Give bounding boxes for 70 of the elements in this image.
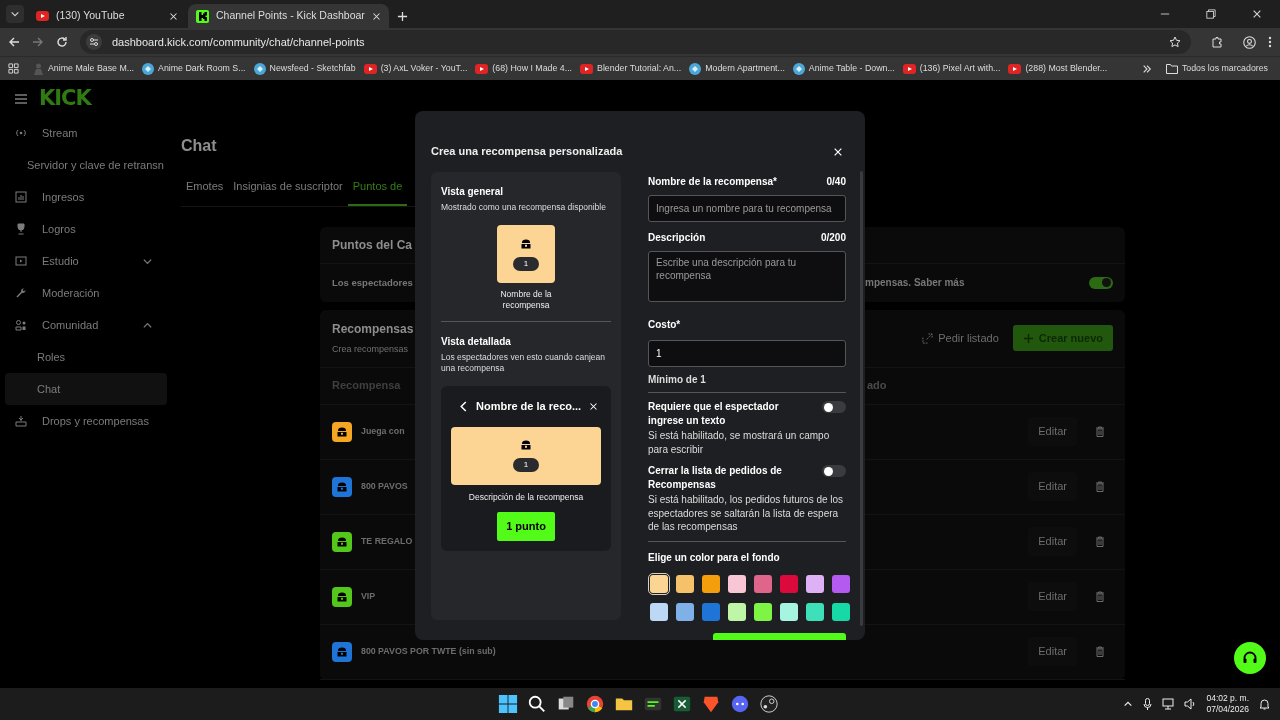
character-counter: 0/40 <box>826 175 846 189</box>
field-label: Costo* <box>648 317 681 332</box>
sidebar-subitem[interactable]: Roles <box>5 341 167 373</box>
reward-tile-name: Nombre de la recompensa <box>499 289 553 312</box>
bookmark[interactable]: Modern Apartment... <box>685 61 789 76</box>
field-label: Nombre de la recompensa* <box>648 175 777 189</box>
sidebar-item[interactable]: Logros <box>42 220 157 238</box>
cost-input[interactable]: 1 <box>648 339 846 367</box>
request-list-link[interactable]: Pedir listado <box>922 329 999 347</box>
bookmark[interactable]: Newsfeed - Sketchfab <box>249 61 360 76</box>
tab-title: (130) YouTube <box>56 8 126 24</box>
kick-logo: KICK <box>39 88 91 109</box>
page-tab[interactable]: Puntos de <box>347 178 408 206</box>
section-subtitle: Los espectadores ven esto cuando canjean una recompensa <box>441 352 606 375</box>
section-subtitle: Mostrado como una recompensa disponible <box>441 202 607 214</box>
description-input[interactable]: Escribe una descripción para tu recompensa <box>648 251 846 302</box>
sidebar-item[interactable]: Ingresos <box>42 188 157 206</box>
page-title: Chat <box>181 136 217 156</box>
cost-pill: 1 <box>513 458 539 473</box>
url-text: dashboard.kick.com/community/chat/channel-points <box>112 34 366 50</box>
sidebar-subitem[interactable]: Chat <box>5 373 167 405</box>
reward-name: VIP <box>361 589 376 603</box>
bookmark[interactable]: Anime Male Base M... <box>29 61 139 76</box>
bookmark[interactable]: Anime Table - Down... <box>788 61 899 76</box>
toggle-label: Cerrar la lista de pedidos de Recompensas <box>648 464 783 491</box>
sidebar-item[interactable]: Drops y recompensas <box>42 412 157 430</box>
dialog-title: Crea una recompensa personalizada <box>431 144 623 160</box>
section-title: Vista detallada <box>441 335 512 350</box>
detail-heading: Nombre de la reco... <box>476 399 582 415</box>
reward-name: TE REGALO <box>361 534 413 548</box>
card-text: Los espectadores <box>332 277 413 289</box>
sidebar-item[interactable]: Comunidad <box>42 316 133 334</box>
bookmark[interactable]: (136) Pixel Art with... <box>898 61 1005 76</box>
all-bookmarks-folder[interactable]: Todos los marcadores <box>1161 61 1272 76</box>
tab-title: Channel Points - Kick Dashboar <box>216 8 365 24</box>
toggle-help: Si está habilitado, se mostrará un campo para escribir <box>648 429 831 456</box>
points-button[interactable]: 1 punto <box>497 512 555 541</box>
bookmark[interactable]: Blender Tutorial: An... <box>576 61 686 76</box>
toggle-label: Requiere que el espectador ingrese un texto <box>648 400 780 427</box>
page-tab[interactable]: Insignias de suscriptor <box>228 178 348 206</box>
reward-name: Juega con <box>361 424 405 438</box>
bookmark[interactable]: Anime Dark Room S... <box>138 61 250 76</box>
address-bar[interactable]: dashboard.kick.com/community/chat/channel-points <box>80 30 1191 54</box>
browser-tab[interactable]: Channel Points - Kick Dashboar <box>188 4 389 28</box>
sidebar-item[interactable]: Estudio <box>42 252 133 270</box>
field-label: Elige un color para el fondo <box>648 550 781 565</box>
card-title: Recompensas <box>332 320 415 338</box>
browser-tab[interactable]: (130) YouTube <box>28 4 186 28</box>
bookmark[interactable]: (68) How I Made 4... <box>471 61 577 76</box>
sidebar-subitem[interactable]: Servidor y clave de retransn <box>5 149 167 181</box>
field-hint: Mínimo de 1 <box>648 372 707 386</box>
card-text: mpensas. Saber más <box>865 276 965 290</box>
card-title: Puntos del Ca <box>332 237 412 252</box>
clock[interactable]: 04:02 p. m. 07/04/2026 <box>1206 692 1249 716</box>
bookmark[interactable]: (288) Most Blender... <box>1004 61 1112 76</box>
column-header: ado <box>867 378 887 394</box>
toggle-help: Si está habilitado, los pedidos futuros de los espectadores se saltarán la lista de espera de las recompensas <box>648 493 845 534</box>
reward-name: 800 PAVOS POR TWTE (sin sub) <box>361 644 496 658</box>
page-tab[interactable]: Emotes <box>181 178 229 206</box>
field-label: Descripción <box>648 231 706 245</box>
bookmark[interactable]: (3) AxL Voker - YouT... <box>359 61 472 76</box>
detail-description: Descripción de la recompensa <box>467 490 585 504</box>
card-subtitle: Crea recompensas <box>332 342 410 356</box>
sidebar-item[interactable]: Moderación <box>42 284 157 302</box>
reward-name: 800 PAVOS <box>361 479 408 493</box>
sidebar-item[interactable]: Stream <box>42 124 157 142</box>
section-title: Vista general <box>441 185 505 199</box>
name-input[interactable]: Ingresa un nombre para tu recompensa <box>648 195 846 222</box>
character-counter: 0/200 <box>820 231 846 245</box>
cost-pill: 1 <box>513 256 539 271</box>
